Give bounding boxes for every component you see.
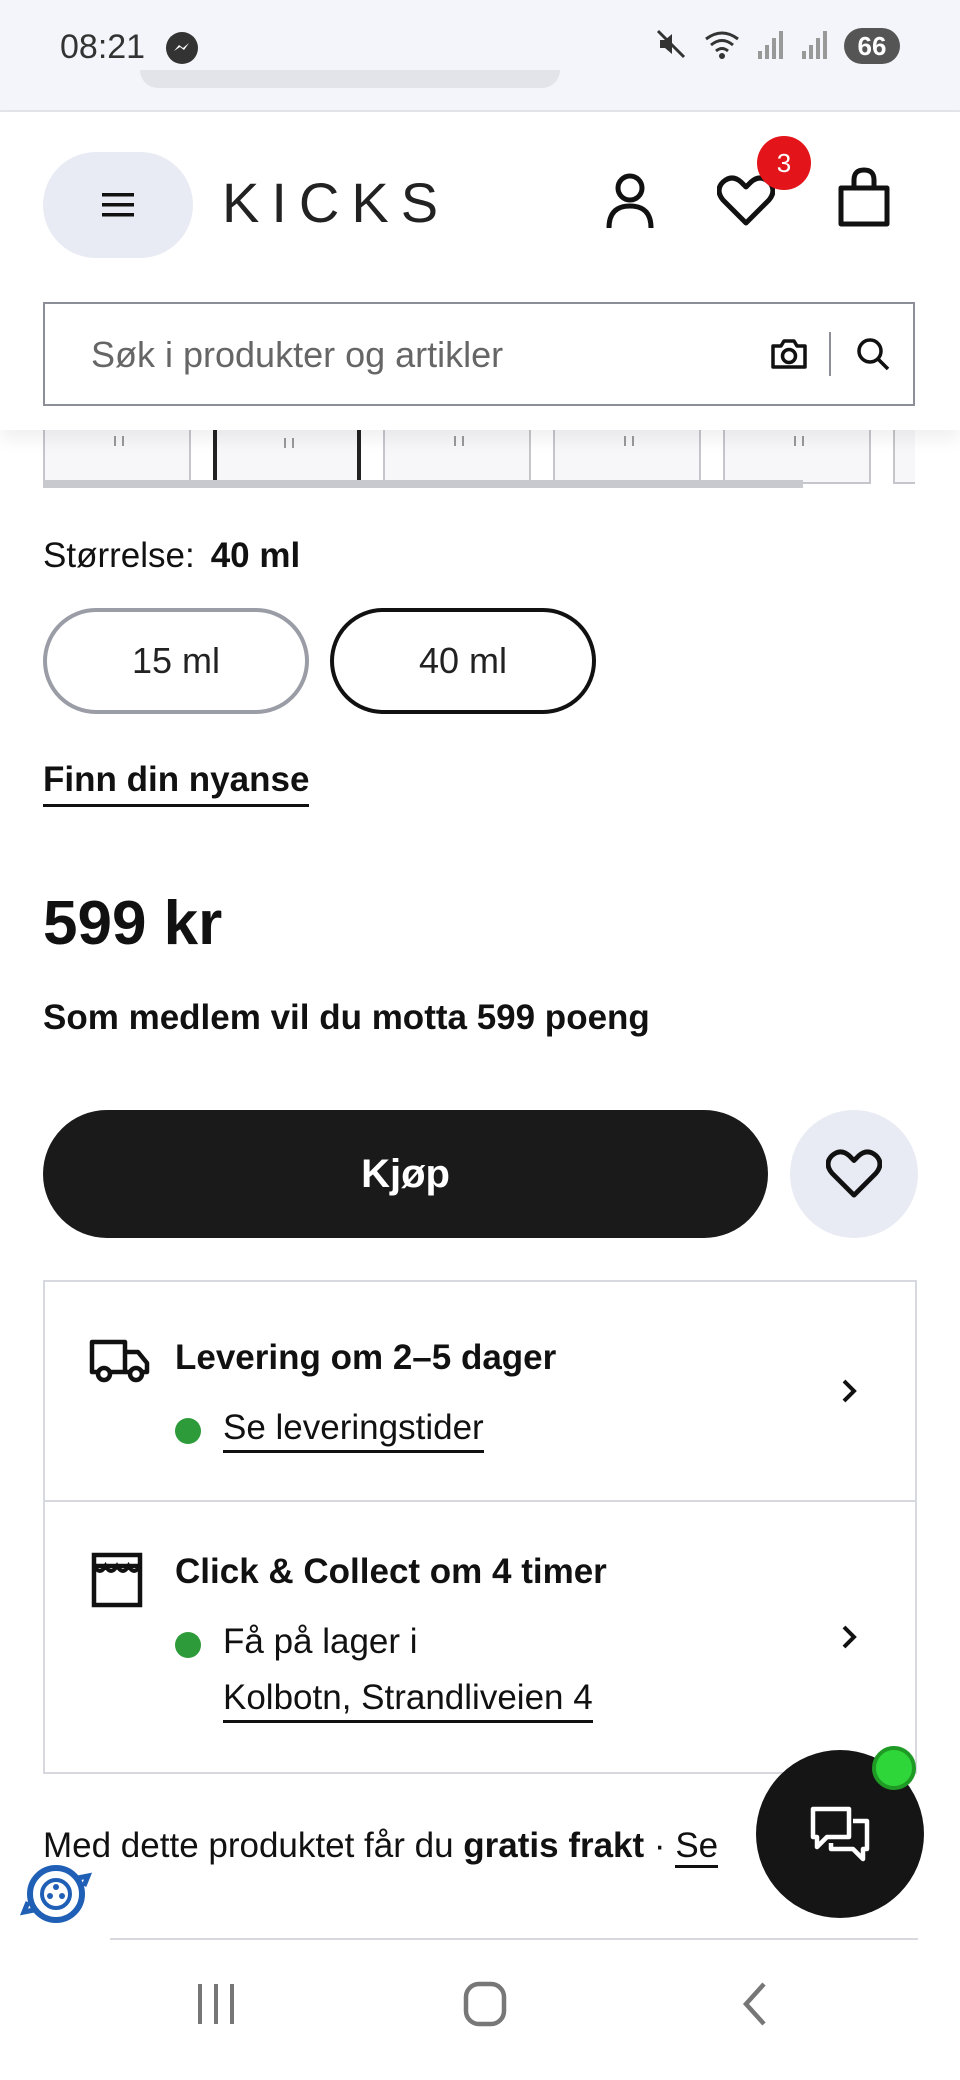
thumbnail-scrollbar[interactable] — [43, 480, 803, 488]
click-collect-title: Click & Collect om 4 timer — [175, 1552, 607, 1591]
size-selected-value: 40 ml — [210, 536, 301, 575]
member-points-text: Som medlem vil du motta 599 poeng — [43, 998, 650, 1037]
cart-button[interactable] — [832, 162, 896, 232]
add-to-wishlist-button[interactable] — [790, 1110, 918, 1238]
search-divider — [829, 332, 831, 376]
size-label: Størrelse: 40 ml — [43, 536, 300, 576]
home-button[interactable] — [462, 1980, 508, 2033]
shade-thumbnail-selected[interactable] — [213, 430, 361, 484]
search-input[interactable] — [89, 304, 743, 406]
store-link[interactable]: Kolbotn, Strandliveien 4 — [223, 1678, 593, 1723]
signal-icon — [756, 27, 786, 66]
menu-button[interactable] — [43, 152, 193, 258]
accessibility-widget-icon[interactable] — [18, 1856, 94, 1932]
mute-icon — [654, 27, 688, 66]
shade-thumbnail[interactable] — [43, 430, 191, 484]
kicks-logo[interactable]: KICKS — [222, 170, 450, 235]
camera-icon — [771, 339, 807, 369]
messenger-icon — [166, 32, 198, 64]
status-bar: 08:21 66 — [0, 0, 960, 112]
shade-thumbnail[interactable] — [553, 430, 701, 484]
size-option-15ml[interactable]: 15 ml — [43, 608, 309, 714]
back-icon — [742, 1982, 766, 2026]
click-collect-row[interactable]: Click & Collect om 4 timer Få på lager i… — [45, 1502, 915, 1772]
delivery-title: Levering om 2–5 dager — [175, 1338, 557, 1377]
heart-icon — [826, 1149, 882, 1198]
search-bar[interactable] — [43, 302, 915, 406]
free-shipping-link[interactable]: Se — [675, 1826, 719, 1868]
stock-status-dot — [175, 1418, 201, 1444]
store-icon — [91, 1552, 143, 1613]
chevron-right-icon — [837, 1622, 861, 1657]
delivery-times-link[interactable]: Se leveringstider — [223, 1408, 484, 1453]
status-icons: 66 — [654, 26, 900, 66]
find-shade-link[interactable]: Finn din nyanse — [43, 760, 310, 807]
free-shipping-bold: gratis frakt — [463, 1826, 645, 1865]
wishlist-count-badge: 3 — [757, 136, 811, 190]
free-shipping-note: Med dette produktet får du gratis frakt … — [43, 1826, 719, 1868]
user-icon — [606, 173, 654, 229]
battery-indicator: 66 — [844, 28, 900, 64]
stock-status-dot — [175, 1632, 201, 1658]
truck-icon — [89, 1336, 151, 1389]
stock-text: Få på lager i — [223, 1622, 418, 1661]
status-time: 08:21 — [60, 28, 146, 66]
free-shipping-prefix: Med dette produktet får du — [43, 1826, 454, 1865]
wifi-icon — [702, 27, 742, 66]
buy-button[interactable]: Kjøp — [43, 1110, 768, 1238]
shade-thumbnail-strip[interactable] — [43, 430, 915, 490]
site-header: KICKS 3 — [0, 112, 960, 430]
system-navigation-bar — [0, 1940, 960, 2080]
back-button[interactable] — [738, 1980, 770, 2033]
search-submit-button[interactable] — [851, 334, 895, 374]
size-option-40ml[interactable]: 40 ml — [330, 608, 596, 714]
camera-cutout — [140, 70, 560, 88]
size-label-text: Størrelse: — [43, 536, 195, 575]
recent-apps-button[interactable] — [194, 1980, 238, 2033]
home-delivery-row[interactable]: Levering om 2–5 dager Se leveringstider — [45, 1282, 915, 1500]
account-button[interactable] — [596, 166, 664, 236]
camera-search-button[interactable] — [767, 334, 811, 374]
hamburger-icon — [102, 193, 134, 217]
shopping-bag-icon — [838, 167, 890, 227]
delivery-options: Levering om 2–5 dager Se leveringstider … — [43, 1280, 917, 1774]
shade-thumbnail[interactable] — [723, 430, 871, 484]
free-shipping-separator: · — [653, 1826, 666, 1865]
chat-online-indicator — [872, 1746, 916, 1790]
shade-thumbnail[interactable] — [893, 430, 915, 484]
price: 599 kr — [43, 889, 223, 958]
recents-icon — [198, 1984, 234, 2024]
shade-thumbnail[interactable] — [383, 430, 531, 484]
search-icon — [857, 338, 890, 371]
signal-roaming-icon — [800, 27, 830, 66]
chat-icon — [810, 1806, 870, 1862]
chevron-right-icon — [837, 1376, 861, 1411]
home-icon — [463, 1981, 507, 2027]
